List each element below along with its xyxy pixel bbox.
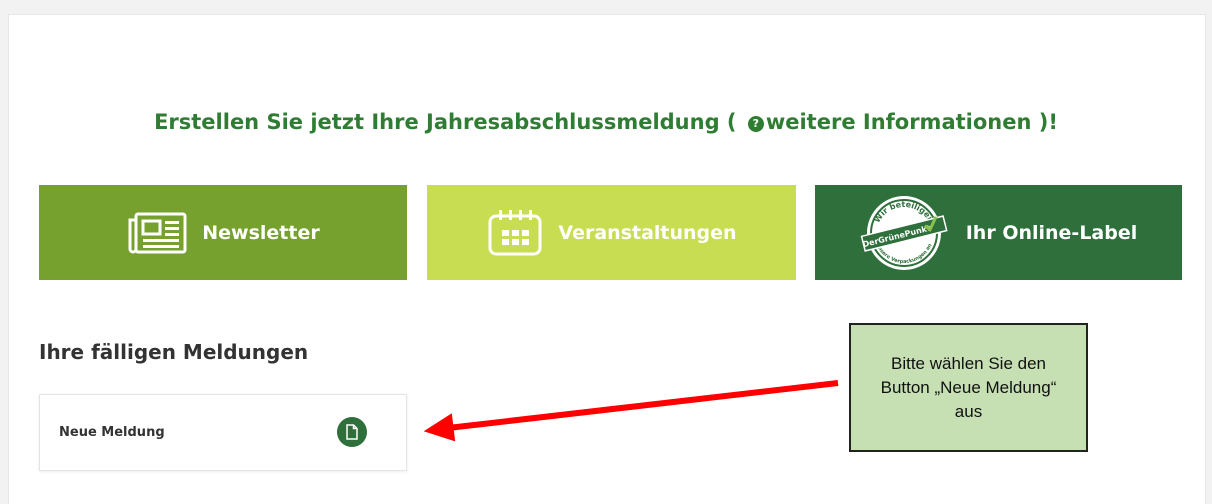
- due-reports-heading: Ihre fälligen Meldungen: [39, 340, 309, 364]
- newsletter-tile-label: Newsletter: [202, 221, 320, 244]
- gruener-punkt-seal-icon: Wir beteiligen unsere Verpackungen an De…: [860, 191, 952, 275]
- newspaper-icon: [126, 211, 188, 255]
- instruction-callout: Bitte wählen Sie den Button „Neue Meldun…: [849, 323, 1088, 452]
- new-report-button[interactable]: [337, 417, 367, 447]
- headline-suffix: )!: [1031, 110, 1058, 134]
- more-info-link-label: weitere Informationen: [765, 110, 1032, 134]
- events-tile-label: Veranstaltungen: [558, 221, 737, 244]
- calendar-icon: [486, 208, 544, 258]
- events-tile[interactable]: Veranstaltungen: [427, 185, 796, 280]
- page-headline: Erstellen Sie jetzt Ihre Jahresabschluss…: [0, 110, 1212, 134]
- online-label-tile[interactable]: Wir beteiligen unsere Verpackungen an De…: [815, 185, 1182, 280]
- new-report-label: Neue Meldung: [59, 425, 165, 440]
- online-label-tile-label: Ihr Online-Label: [965, 221, 1138, 244]
- newsletter-tile[interactable]: Newsletter: [39, 185, 407, 280]
- document-icon: [346, 424, 358, 440]
- more-info-link[interactable]: ? weitere Informationen: [744, 110, 1032, 134]
- callout-text: Bitte wählen Sie den Button „Neue Meldun…: [880, 353, 1057, 421]
- new-report-card[interactable]: Neue Meldung: [39, 394, 407, 471]
- headline-text: Erstellen Sie jetzt Ihre Jahresabschluss…: [154, 110, 744, 134]
- info-icon: ?: [747, 116, 764, 132]
